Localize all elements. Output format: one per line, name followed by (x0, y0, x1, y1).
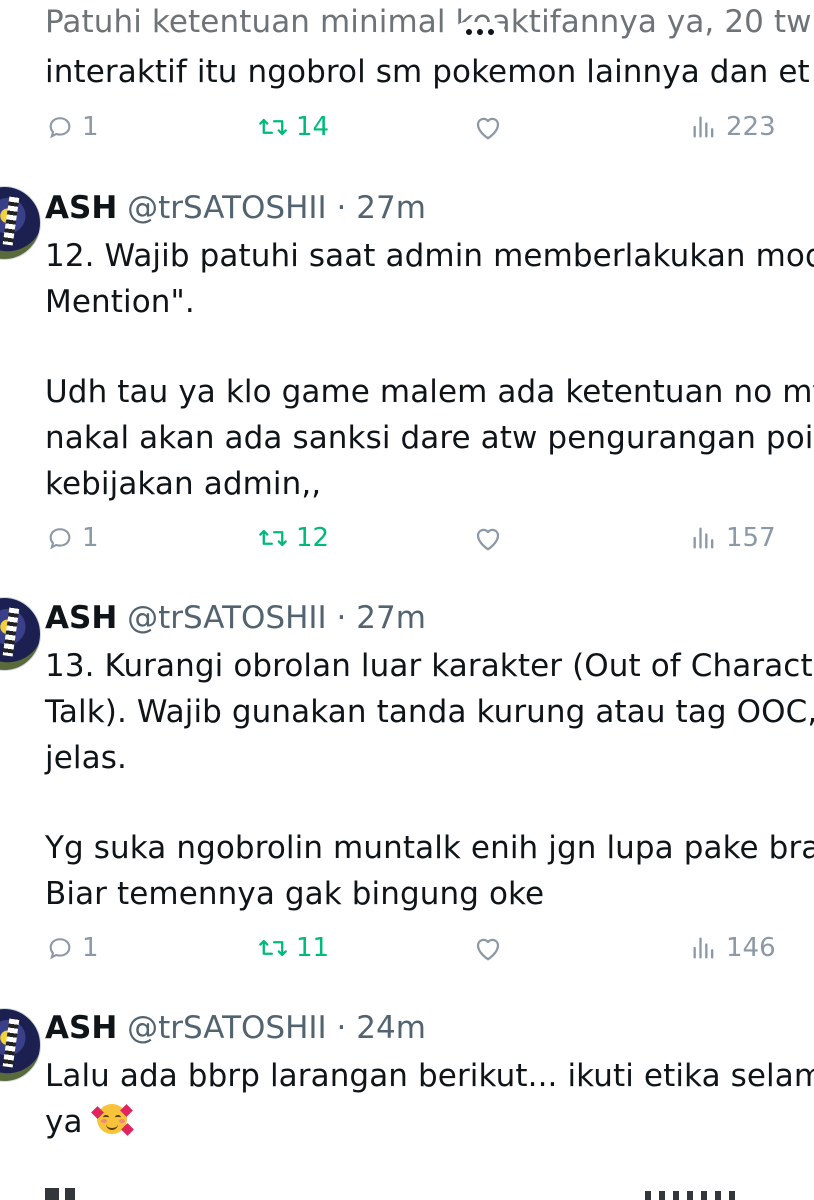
tweet-timestamp[interactable]: 27m (356, 600, 426, 636)
view-count: 223 (726, 112, 776, 142)
reply-count: 1 (82, 112, 99, 142)
retweet-button[interactable]: 14 (258, 107, 329, 147)
retweet-button[interactable]: 12 (258, 518, 329, 558)
tweet-text-cutoff (45, 1188, 745, 1200)
avatar[interactable] (0, 597, 41, 671)
tweet-text-line: 12. Wajib patuhi saat admin memberlakuka… (45, 238, 814, 274)
tweet-text-line: Lalu ada bbrp larangan berikut... ikuti … (45, 1058, 814, 1094)
views-icon (693, 527, 714, 549)
tweet-text-fragment: ya (45, 1104, 83, 1140)
tweet-header: ASH @trSATOSHII · 27m (45, 190, 426, 226)
reply-button[interactable]: 1 (46, 928, 99, 968)
separator-dot: · (336, 1010, 347, 1046)
views-button[interactable]: 157 (690, 518, 776, 558)
avatar[interactable] (0, 186, 41, 260)
like-button[interactable] (473, 518, 503, 558)
more-dots-icon[interactable] (455, 22, 505, 42)
tweet-actions: 1 12 157 (0, 518, 814, 558)
tweet-text-line: Patuhi ketentuan minimal keaktifannya ya… (45, 4, 812, 40)
author-handle[interactable]: @trSATOSHII (127, 1010, 327, 1046)
tweet-text-line: Biar temennya gak bingung oke (45, 876, 545, 912)
smiling-face-with-hearts-icon (90, 1104, 134, 1136)
tweet-text-line: nakal akan ada sanksi dare atw pengurang… (45, 420, 814, 456)
separator-dot: · (336, 600, 347, 636)
reply-button[interactable]: 1 (46, 518, 99, 558)
retweet-icon (259, 939, 287, 957)
views-icon (693, 937, 714, 959)
reply-icon (49, 528, 71, 550)
views-icon (693, 116, 714, 138)
tweet-text-line: jelas. (45, 740, 127, 776)
tweet-text-line: Mention". (45, 284, 195, 320)
author-handle[interactable]: @trSATOSHII (127, 190, 327, 226)
retweet-button[interactable]: 11 (258, 928, 329, 968)
retweet-icon (259, 118, 287, 136)
like-button[interactable] (473, 928, 503, 968)
tweet-text-line: ya (45, 1104, 134, 1140)
tweet-text-line: Talk). Wajib gunakan tanda kurung atau t… (45, 694, 814, 730)
author-handle[interactable]: @trSATOSHII (127, 600, 327, 636)
author-name[interactable]: ASH (45, 190, 117, 226)
heart-icon (476, 117, 500, 140)
retweet-count: 14 (296, 112, 330, 142)
tweet-timestamp[interactable]: 24m (356, 1010, 426, 1046)
retweet-icon (259, 529, 287, 547)
reply-icon (49, 117, 71, 139)
separator-dot: · (336, 190, 347, 226)
tweet-text-line: kebijakan admin,, (45, 466, 322, 502)
tweet-timestamp[interactable]: 27m (356, 190, 426, 226)
tweet-text-line: Yg suka ngobrolin muntalk enih jgn lupa … (45, 830, 814, 866)
tweet-text-line: interaktif itu ngobrol sm pokemon lainny… (45, 54, 810, 90)
reply-button[interactable]: 1 (46, 107, 99, 147)
reply-count: 1 (82, 523, 99, 553)
tweet-actions: 1 14 223 (0, 107, 814, 147)
tweet-actions: 1 11 146 (0, 928, 814, 968)
views-button[interactable]: 146 (690, 928, 776, 968)
view-count: 157 (726, 523, 776, 553)
avatar[interactable] (0, 1008, 41, 1082)
retweet-count: 11 (296, 933, 330, 963)
view-count: 146 (726, 933, 776, 963)
tweet-header: ASH @trSATOSHII · 27m (45, 600, 426, 636)
heart-icon (476, 938, 500, 961)
author-name[interactable]: ASH (45, 600, 117, 636)
tweet-header: ASH @trSATOSHII · 24m (45, 1010, 426, 1046)
author-name[interactable]: ASH (45, 1010, 117, 1046)
reply-icon (49, 938, 71, 960)
retweet-count: 12 (296, 523, 330, 553)
like-button[interactable] (473, 107, 503, 147)
reply-count: 1 (82, 933, 99, 963)
heart-icon (476, 528, 500, 551)
tweet-text-line: Udh tau ya klo game malem ada ketentuan … (45, 374, 814, 410)
tweet-text-line: 13. Kurangi obrolan luar karakter (Out o… (45, 648, 814, 684)
views-button[interactable]: 223 (690, 107, 776, 147)
